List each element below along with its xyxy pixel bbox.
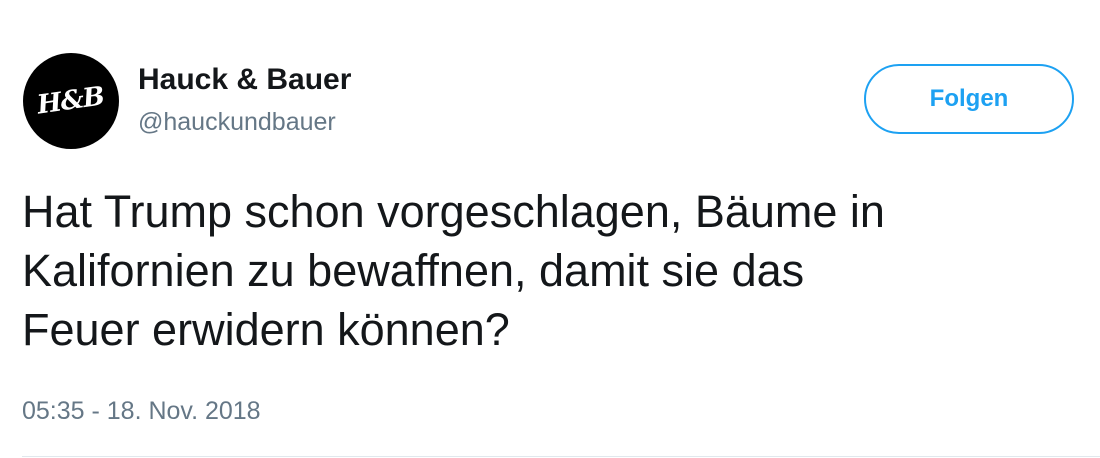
divider	[22, 456, 1100, 457]
avatar[interactable]: H&B	[23, 53, 119, 149]
tweet-text-line: Feuer erwidern können?	[22, 304, 510, 355]
user-handle[interactable]: @hauckundbauer	[138, 106, 336, 138]
tweet-text-line: Kalifornien zu bewaffnen, damit sie das	[22, 245, 805, 296]
display-name[interactable]: Hauck & Bauer	[138, 62, 351, 98]
avatar-logo-text: H&B	[35, 81, 107, 121]
tweet-text: Hat Trump schon vorgeschlagen, Bäume in …	[22, 182, 1092, 359]
tweet-text-line: Hat Trump schon vorgeschlagen, Bäume in	[22, 186, 885, 237]
tweet-card: H&B Hauck & Bauer @hauckundbauer Folgen …	[0, 0, 1100, 458]
follow-button[interactable]: Folgen	[864, 64, 1074, 134]
tweet-timestamp[interactable]: 05:35 - 18. Nov. 2018	[22, 395, 261, 427]
